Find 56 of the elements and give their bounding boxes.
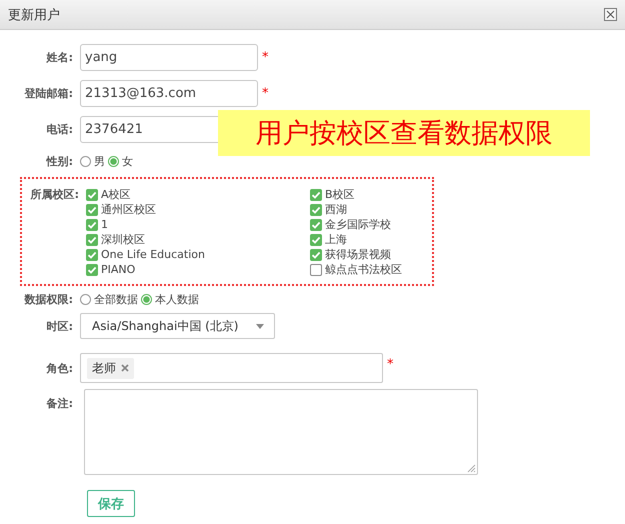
checkbox-label: 深圳校区: [101, 232, 145, 247]
checkbox[interactable]: [86, 248, 98, 260]
checkbox[interactable]: [310, 264, 322, 276]
checkbox[interactable]: [310, 188, 322, 200]
radio-label: 女: [122, 154, 133, 168]
checkbox-label: 1: [101, 218, 108, 231]
resize-grip-icon[interactable]: [467, 464, 476, 473]
checkbox[interactable]: [86, 234, 98, 246]
required-mark: *: [262, 86, 268, 101]
checkbox[interactable]: [86, 218, 98, 230]
checkbox[interactable]: [310, 218, 322, 230]
field-label: 姓名:: [45, 50, 74, 65]
annotation-tooltip: 用户按校区查看数据权限: [218, 110, 590, 156]
checkbox-label: 获得场景视频: [325, 247, 391, 262]
required-mark: *: [387, 357, 394, 372]
required-mark: *: [262, 50, 268, 65]
radio-label: 本人数据: [155, 292, 199, 306]
radio-button[interactable]: [141, 294, 152, 304]
field-label: 数据权限:: [23, 292, 74, 306]
field-label: 备注:: [46, 396, 74, 411]
radio-label: 男: [94, 154, 105, 168]
checkbox-label: 鲸点点书法校区: [325, 262, 402, 277]
checkbox[interactable]: [86, 188, 98, 200]
close-icon[interactable]: [604, 8, 617, 21]
radio-button[interactable]: [80, 156, 91, 166]
remarks-textarea[interactable]: [84, 389, 478, 475]
field-label: 角色:: [45, 360, 74, 376]
remove-icon[interactable]: [121, 364, 129, 372]
checkbox-label: B校区: [325, 187, 355, 202]
checkbox[interactable]: [310, 234, 322, 246]
checkbox-label: PIANO: [101, 263, 136, 276]
checkbox-label: 通州区校区: [101, 202, 156, 217]
field-label: 性别:: [45, 154, 74, 168]
checkbox-label: One Life Education: [101, 248, 205, 261]
checkbox-label: 西湖: [325, 202, 347, 217]
text-field[interactable]: 21313@163.com: [80, 80, 258, 107]
radio-label: 全部数据: [94, 292, 138, 306]
checkbox[interactable]: [86, 264, 98, 276]
checkbox-label: 金乡国际学校: [325, 217, 391, 232]
checkbox-label: 上海: [325, 232, 347, 247]
field-label: 时区:: [46, 318, 74, 334]
caret-icon: [256, 324, 264, 328]
field-label: 电话:: [46, 122, 74, 137]
text-field[interactable]: yang: [80, 44, 258, 71]
checkbox[interactable]: [310, 248, 322, 260]
dialog-title: 更新用户: [8, 6, 60, 24]
field-label: 登陆邮箱:: [23, 86, 74, 101]
role-field[interactable]: 老师: [80, 353, 383, 383]
timezone-dropdown[interactable]: Asia/Shanghai中国 (北京): [80, 313, 275, 339]
checkbox[interactable]: [86, 204, 98, 216]
field-label: 所属校区:: [30, 187, 80, 203]
tag-text: 老师: [92, 360, 116, 376]
checkbox-label: A校区: [101, 187, 131, 202]
radio-button[interactable]: [80, 294, 91, 304]
radio-button[interactable]: [108, 156, 119, 166]
checkbox[interactable]: [310, 204, 322, 216]
